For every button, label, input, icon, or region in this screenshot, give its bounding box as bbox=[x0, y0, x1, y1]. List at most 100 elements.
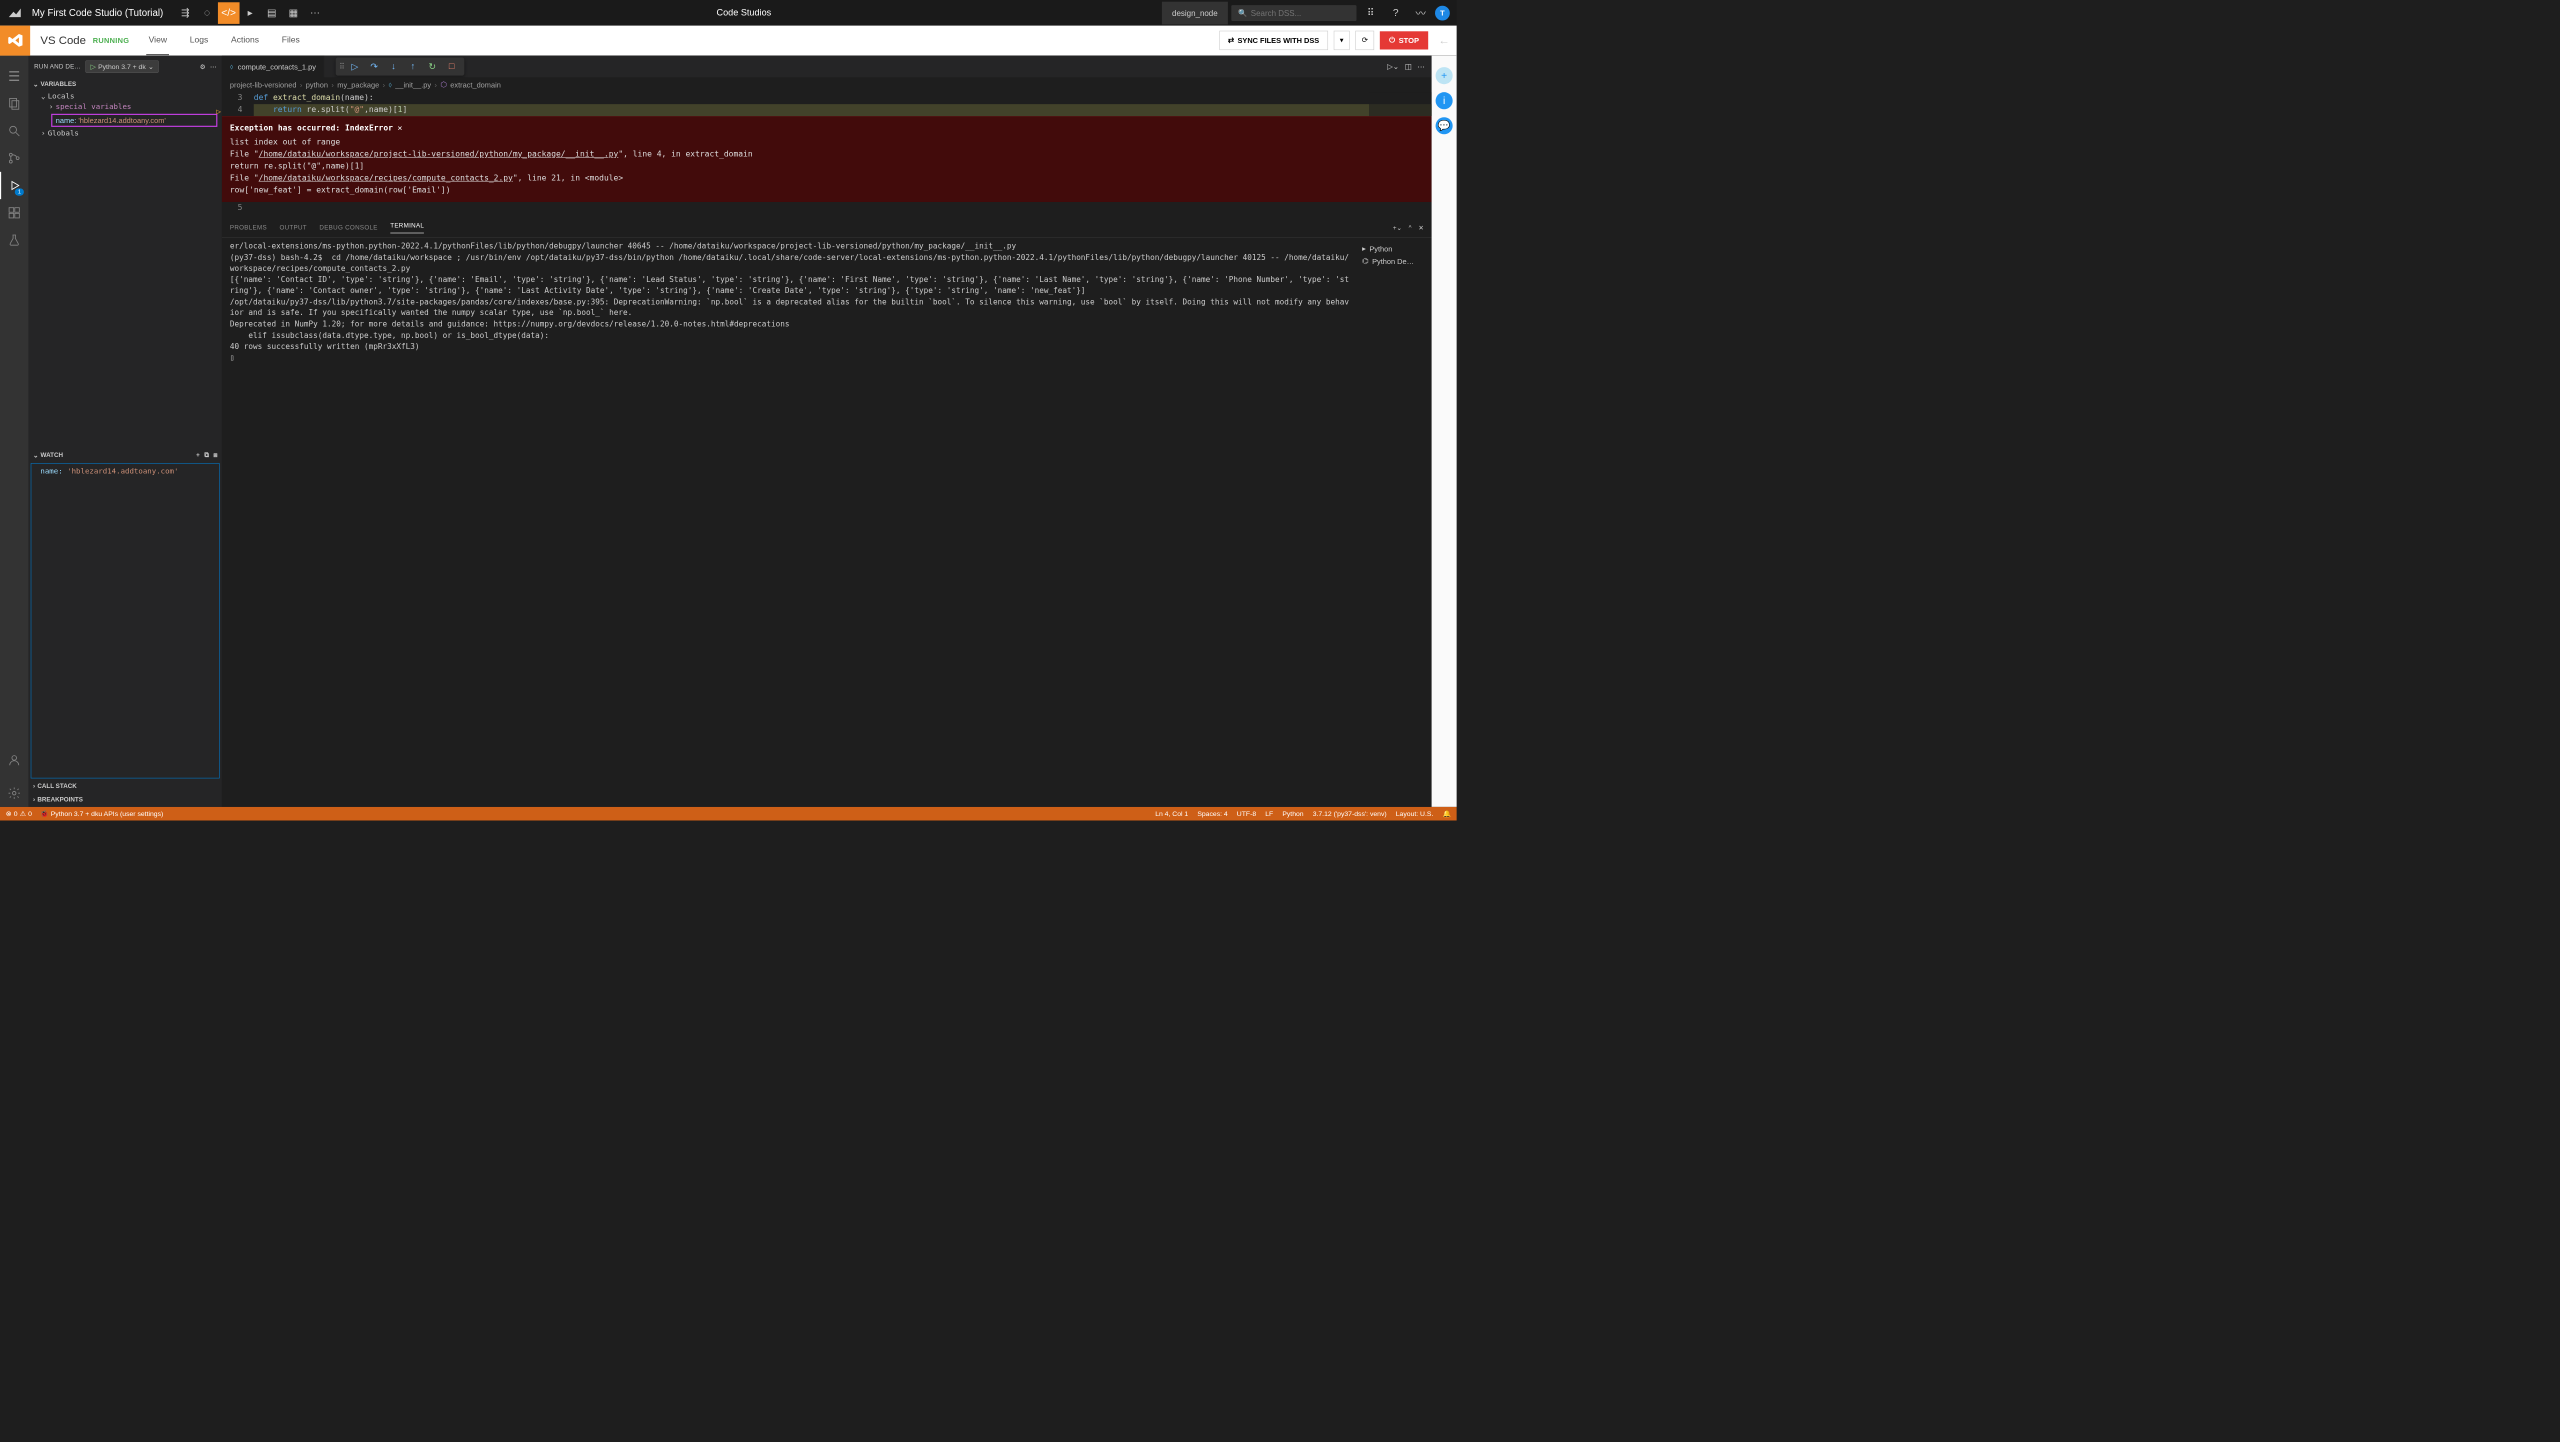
search-box[interactable]: 🔍 bbox=[1231, 5, 1356, 21]
debug-activity-icon[interactable]: 1 bbox=[0, 172, 28, 199]
continue-button[interactable]: ▷ bbox=[346, 59, 364, 75]
status-interpreter[interactable]: 3.7.12 ('py37-dss': venv) bbox=[1313, 810, 1387, 818]
restart-button[interactable]: ↻ bbox=[423, 59, 441, 75]
variables-section[interactable]: ⌄VARIABLES bbox=[28, 77, 221, 91]
status-config[interactable]: 🐞Python 3.7 + dku APIs (user settings) bbox=[40, 810, 163, 818]
stop-debug-button[interactable]: □ bbox=[443, 59, 461, 75]
new-terminal-icon[interactable]: +⌄ bbox=[1393, 224, 1402, 231]
terminal-item[interactable]: ▸Python bbox=[1362, 242, 1427, 255]
panel-tab-problems[interactable]: PROBLEMS bbox=[230, 224, 267, 231]
terminal[interactable]: er/local-extensions/ms-python.python-202… bbox=[222, 238, 1358, 807]
callstack-section[interactable]: ›CALL STACK bbox=[28, 780, 221, 794]
status-errors[interactable]: ⊗0⚠0 bbox=[6, 810, 32, 818]
test-icon[interactable] bbox=[0, 226, 28, 253]
info-icon[interactable]: i bbox=[1436, 92, 1453, 109]
breadcrumb-item[interactable]: __init__.py bbox=[395, 81, 431, 90]
close-icon[interactable]: ✕ bbox=[397, 122, 402, 134]
debug-config-select[interactable]: ▷ Python 3.7 + dk ⌄ bbox=[85, 60, 158, 73]
watch-item[interactable]: name: 'hblezard14.addtoany.com' bbox=[34, 466, 217, 477]
panel-tab-output[interactable]: OUTPUT bbox=[279, 224, 306, 231]
breakpoints-section[interactable]: ›BREAKPOINTS bbox=[28, 793, 221, 807]
breadcrumb-item[interactable]: extract_domain bbox=[450, 81, 501, 90]
tab-actions[interactable]: Actions bbox=[229, 26, 262, 55]
split-editor-icon[interactable]: ◫ bbox=[1405, 62, 1412, 71]
editor-tab[interactable]: ⬨ compute_contacts_1.py bbox=[222, 56, 325, 78]
status-spaces[interactable]: Spaces: 4 bbox=[1197, 810, 1227, 818]
minimap[interactable] bbox=[1369, 92, 1432, 116]
status-position[interactable]: Ln 4, Col 1 bbox=[1155, 810, 1188, 818]
sync-dropdown[interactable]: ▾ bbox=[1333, 31, 1349, 50]
center-tab[interactable]: Code Studios bbox=[705, 1, 782, 25]
bell-icon[interactable]: 🔔 bbox=[1442, 810, 1451, 818]
scm-icon[interactable] bbox=[0, 145, 28, 172]
drag-handle-icon[interactable]: ⠿ bbox=[339, 62, 344, 71]
avatar[interactable]: T bbox=[1435, 5, 1450, 20]
breakpoint-indicator-icon[interactable]: ▷ bbox=[216, 106, 221, 118]
code-editor-bottom[interactable]: 5 bbox=[222, 202, 1432, 218]
breadcrumbs[interactable]: project-lib-versioned› python› my_packag… bbox=[222, 77, 1432, 92]
collapse-arrow-icon[interactable]: ← bbox=[1438, 34, 1449, 47]
help-icon[interactable]: ? bbox=[1385, 2, 1407, 24]
step-into-button[interactable]: ↓ bbox=[384, 59, 402, 75]
collapse-all-icon[interactable]: ⧉ bbox=[204, 452, 208, 459]
locals-node[interactable]: ⌄Locals bbox=[28, 91, 221, 102]
panel-tab-debug-console[interactable]: DEBUG CONSOLE bbox=[319, 224, 377, 231]
account-icon[interactable] bbox=[0, 747, 28, 774]
flow-icon[interactable]: ⇶ bbox=[175, 2, 197, 24]
variable-name-highlighted[interactable]: name: 'hblezard14.addtoany.com' bbox=[51, 114, 217, 127]
add-watch-icon[interactable]: + bbox=[196, 452, 200, 459]
code-icon[interactable]: </> bbox=[218, 2, 240, 24]
activity-icon[interactable]: 〰 bbox=[1410, 2, 1432, 24]
node-label[interactable]: design_node bbox=[1162, 1, 1228, 24]
special-vars-node[interactable]: ›special variables bbox=[28, 102, 221, 113]
breadcrumb-item[interactable]: project-lib-versioned bbox=[230, 81, 297, 90]
more-icon[interactable]: ⋯ bbox=[210, 63, 216, 70]
refresh-button[interactable]: ⟳ bbox=[1355, 31, 1374, 50]
breadcrumb-item[interactable]: my_package bbox=[337, 81, 379, 90]
trace-link[interactable]: /home/dataiku/workspace/project-lib-vers… bbox=[259, 150, 619, 159]
maximize-panel-icon[interactable]: ^ bbox=[1409, 224, 1412, 231]
status-eol[interactable]: LF bbox=[1265, 810, 1273, 818]
terminal-item[interactable]: ⌬Python De… bbox=[1362, 255, 1427, 268]
extensions-icon[interactable] bbox=[0, 199, 28, 226]
status-lang[interactable]: Python bbox=[1282, 810, 1303, 818]
step-out-button[interactable]: ↑ bbox=[404, 59, 422, 75]
lab-icon[interactable]: ▤ bbox=[261, 2, 283, 24]
sync-button[interactable]: ⇄SYNC FILES WITH DSS bbox=[1219, 31, 1327, 50]
run-file-icon[interactable]: ▷⌄ bbox=[1387, 62, 1399, 71]
gear-icon[interactable]: ⚙ bbox=[200, 63, 206, 70]
chat-icon[interactable]: 💬 bbox=[1436, 117, 1453, 134]
apps-icon[interactable]: ⠿ bbox=[1360, 2, 1382, 24]
add-icon[interactable]: + bbox=[1436, 67, 1453, 84]
close-panel-icon[interactable]: ✕ bbox=[1418, 224, 1423, 231]
menu-icon[interactable]: ☰ bbox=[0, 63, 28, 90]
watch-section[interactable]: ⌄WATCH + ⧉ ⧈ bbox=[28, 448, 221, 462]
watch-panel[interactable]: name: 'hblezard14.addtoany.com' bbox=[31, 463, 220, 778]
trace-line: File "/home/dataiku/workspace/recipes/co… bbox=[230, 172, 1424, 184]
trace-link[interactable]: /home/dataiku/workspace/recipes/compute_… bbox=[259, 174, 513, 183]
breadcrumb-item[interactable]: python bbox=[306, 81, 328, 90]
explorer-icon[interactable] bbox=[0, 90, 28, 117]
step-over-button[interactable]: ↷ bbox=[365, 59, 383, 75]
globals-node[interactable]: ›Globals bbox=[28, 128, 221, 139]
dashboard-icon[interactable]: ▦ bbox=[283, 2, 305, 24]
stop-button[interactable]: ⏻STOP bbox=[1380, 31, 1428, 49]
status-layout[interactable]: Layout: U.S. bbox=[1396, 810, 1434, 818]
search-activity-icon[interactable] bbox=[0, 117, 28, 144]
status-encoding[interactable]: UTF-8 bbox=[1237, 810, 1256, 818]
settings-icon[interactable] bbox=[0, 780, 28, 807]
code-editor[interactable]: 3 ▷4 def extract_domain(name): return re… bbox=[222, 92, 1432, 116]
panel-tab-terminal[interactable]: TERMINAL bbox=[390, 222, 424, 233]
tab-files[interactable]: Files bbox=[280, 26, 303, 55]
editor-more-icon[interactable]: ⋯ bbox=[1417, 62, 1424, 71]
recipes-icon[interactable]: ◌ bbox=[196, 2, 218, 24]
clear-icon[interactable]: ⧈ bbox=[213, 452, 217, 459]
tab-view[interactable]: View bbox=[146, 26, 169, 55]
tab-logs[interactable]: Logs bbox=[187, 26, 210, 55]
search-input[interactable] bbox=[1251, 8, 1350, 17]
code-line[interactable]: return re.split("@",name)[1] bbox=[254, 104, 1432, 116]
code-line[interactable]: def extract_domain(name): bbox=[254, 92, 1432, 104]
project-title[interactable]: My First Code Studio (Tutorial) bbox=[32, 7, 163, 18]
run-icon[interactable]: ▸ bbox=[239, 2, 261, 24]
more-icon[interactable]: ⋯ bbox=[304, 2, 326, 24]
